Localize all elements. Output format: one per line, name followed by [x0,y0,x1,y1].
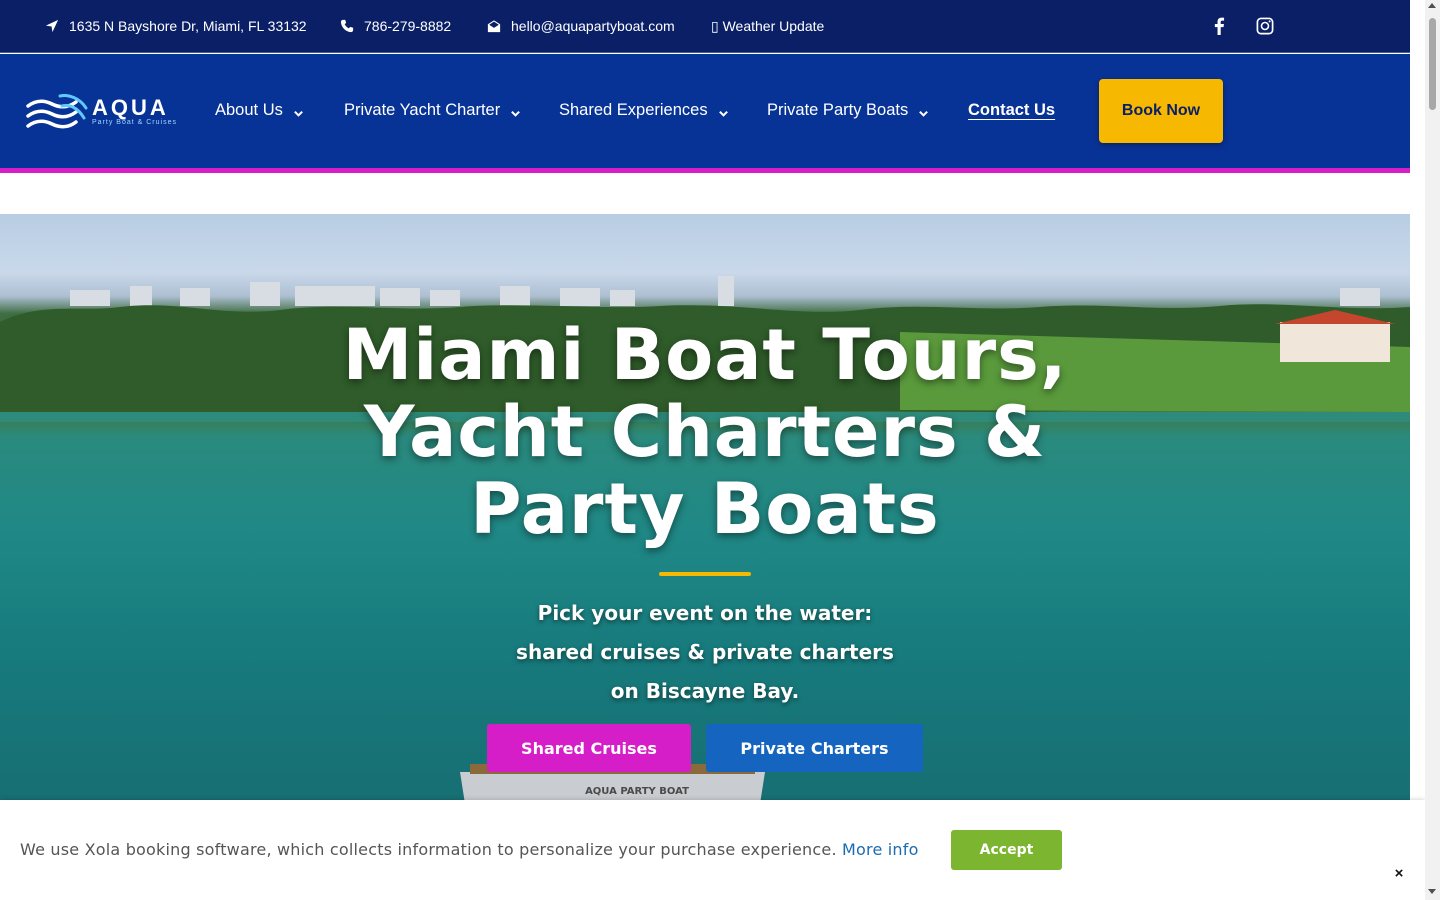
nav-private-party-boats[interactable]: Private Party Boats [767,101,929,120]
hero-section: Miami Boat Tours, Yacht Charters & Party… [0,214,1410,800]
nav-private-yacht-charter-label: Private Yacht Charter [344,101,501,119]
nav-private-yacht-charter[interactable]: Private Yacht Charter [344,101,521,120]
phone-item[interactable]: 786-279-8882 [340,18,451,34]
hero-title-line: Party Boats [470,468,940,550]
nav-about-us-label: About Us [215,101,283,119]
nav-contact-us[interactable]: Contact Us [968,101,1055,120]
boat-label: AQUA PARTY BOAT [585,786,689,797]
hero-divider [659,572,751,576]
hero-subtitle: Pick your event on the water: shared cru… [0,594,1410,711]
facebook-link[interactable] [1210,17,1230,37]
scroll-down-arrow-icon[interactable] [1428,889,1436,894]
aqua-logo[interactable]: AQUA Party Boat & Cruises [26,94,178,132]
nav-shared-experiences-label: Shared Experiences [559,101,708,119]
close-icon[interactable]: × [1391,866,1407,882]
instagram-icon [1256,17,1274,35]
nav-private-party-boats-label: Private Party Boats [767,101,909,119]
envelope-open-icon [487,20,501,33]
chevron-down-icon [718,105,729,117]
address-text: 1635 N Bayshore Dr, Miami, FL 33132 [69,18,307,34]
scrollbar-thumb[interactable] [1429,18,1436,110]
email-item[interactable]: hello@aquapartyboat.com [487,18,675,34]
nav-shared-experiences[interactable]: Shared Experiences [559,101,729,120]
hero-title-line: Miami Boat Tours, [342,314,1068,396]
email-text: hello@aquapartyboat.com [511,18,675,34]
hero-title-line: Yacht Charters & [363,391,1047,473]
address-item[interactable]: 1635 N Bayshore Dr, Miami, FL 33132 [45,18,307,34]
page-scrollbar[interactable] [1425,0,1440,900]
logo-name: AQUA [92,95,169,120]
cookie-consent-banner: We use Xola booking software, which coll… [0,800,1425,900]
top-info-bar: 1635 N Bayshore Dr, Miami, FL 33132 786-… [0,0,1410,53]
right-gutter [1410,0,1425,800]
chevron-down-icon [293,105,304,117]
scroll-up-arrow-icon[interactable] [1428,3,1436,8]
phone-text: 786-279-8882 [364,18,452,34]
hero-subtitle-line: shared cruises & private charters [516,640,894,664]
instagram-link[interactable] [1256,17,1276,37]
hero-subtitle-line: Pick your event on the water: [537,601,873,625]
logo-tagline: Party Boat & Cruises [92,119,177,126]
more-info-link[interactable]: More info [842,840,919,859]
private-charters-button[interactable]: Private Charters [706,724,923,772]
nav-about-us[interactable]: About Us [215,101,304,120]
hero-subtitle-line: on Biscayne Bay. [610,679,800,703]
main-navigation: AQUA Party Boat & Cruises About Us Priva… [0,54,1410,168]
location-arrow-icon [45,19,59,33]
cookie-message: We use Xola booking software, which coll… [20,840,919,859]
hero-title: Miami Boat Tours, Yacht Charters & Party… [0,317,1410,548]
chevron-down-icon [918,105,929,117]
weather-update-text: ▯ Weather Update [711,18,825,34]
nav-accent-stripe [0,168,1410,173]
shared-cruises-button[interactable]: Shared Cruises [487,724,691,772]
phone-icon [340,19,354,33]
chevron-down-icon [510,105,521,117]
accept-cookies-button[interactable]: Accept [951,830,1062,870]
wave-logo-icon [26,94,88,129]
book-now-button[interactable]: Book Now [1099,79,1223,143]
cookie-message-text: We use Xola booking software, which coll… [20,840,837,859]
facebook-icon [1214,17,1225,35]
weather-update-link[interactable]: ▯ Weather Update [711,18,824,35]
